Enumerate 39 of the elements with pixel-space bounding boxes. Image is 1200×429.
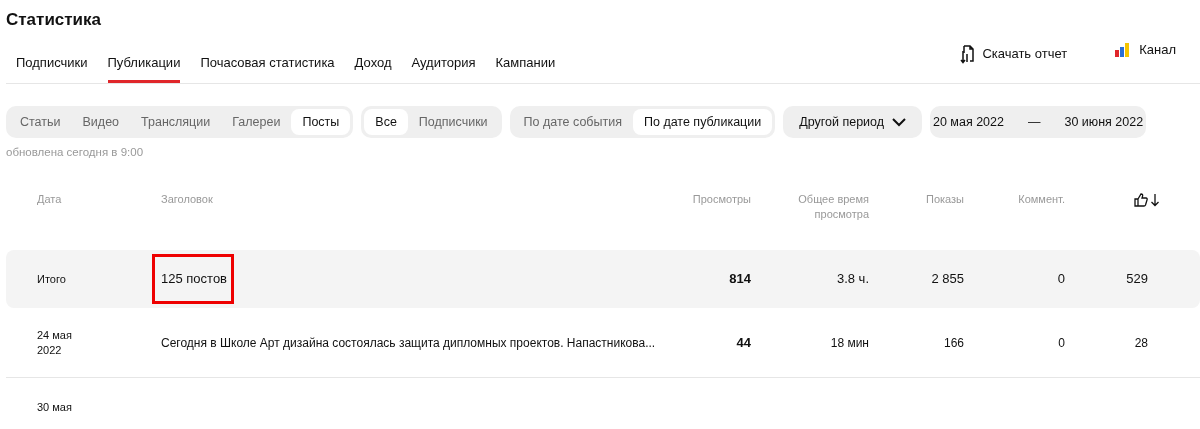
filter-tab[interactable]: Подписчики — [407, 109, 499, 136]
tab[interactable]: Почасовая статистика — [200, 54, 335, 84]
watch-time-cell-text: 3.8 ч. — [835, 270, 869, 289]
comments-cell-text: 0 — [1057, 334, 1065, 351]
impressions-cell-text: 166 — [942, 334, 964, 351]
tab[interactable]: Доход — [354, 54, 392, 84]
bar-chart-icon — [1115, 43, 1132, 58]
filter-tab[interactable]: Видео — [71, 109, 131, 136]
chevron-down-icon — [892, 117, 907, 127]
tab[interactable]: Аудитория — [411, 54, 476, 84]
period-dropdown[interactable]: Другой период — [783, 106, 923, 139]
post-title[interactable]: Сегодня в Школе Арт дизайна состоялась защита дипломных проектов. Напастникова... — [161, 335, 656, 350]
filter-tab[interactable]: По дате публикации — [632, 109, 773, 136]
likes-cell-text: 529 — [1125, 270, 1149, 289]
page-title: Статистика — [6, 10, 103, 31]
post-title[interactable]: 125 постов — [155, 257, 231, 301]
date-range-field[interactable]: 20 мая 2022 — 30 июня 2022 — [930, 106, 1147, 139]
thumbs-up-sort-down-icon[interactable] — [1134, 193, 1160, 208]
views-cell-text: 814 — [728, 270, 751, 289]
likes-cell-text: 28 — [1133, 334, 1149, 351]
channel-button[interactable]: Канал — [1115, 36, 1176, 64]
filter-tab[interactable]: По дате события — [512, 109, 633, 136]
file-arrow-icon — [960, 44, 975, 64]
date-cell-text: Итого — [36, 271, 67, 287]
date-cell-text: 30 мая — [36, 400, 73, 416]
tab[interactable]: Кампании — [495, 54, 556, 84]
update-time-text: обновлена сегодня в 9:00 — [6, 146, 145, 161]
filter-tab[interactable]: Все — [364, 109, 408, 136]
watch-time-cell-text: 18 мин — [829, 334, 869, 351]
date-cell-text: 24 мая 2022 — [36, 327, 73, 358]
tab[interactable]: Публикации — [107, 54, 181, 84]
filter-tab[interactable]: Статьи — [9, 109, 72, 136]
tab[interactable]: Подписчики — [16, 54, 88, 84]
download-report-button[interactable]: Скачать отчет — [960, 44, 1068, 64]
impressions-cell-text: 2 855 — [930, 270, 964, 289]
filter-tab[interactable]: Трансляции — [130, 109, 222, 136]
filter-tab[interactable]: Галереи — [221, 109, 292, 136]
comments-cell-text: 0 — [1056, 270, 1065, 289]
filter-tab[interactable]: Посты — [291, 109, 351, 136]
